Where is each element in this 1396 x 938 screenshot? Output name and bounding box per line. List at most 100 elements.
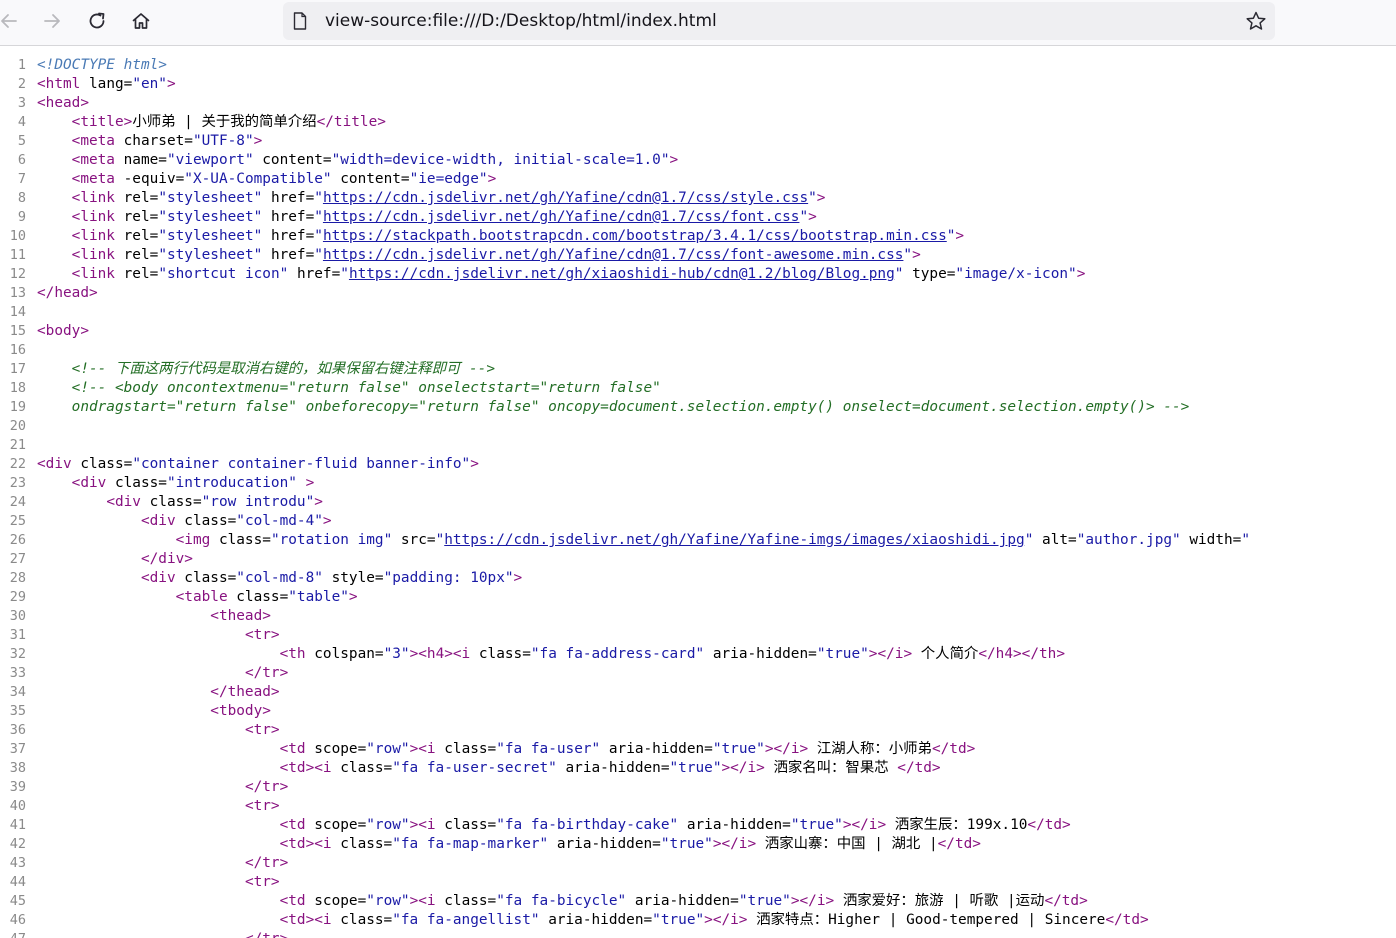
line-number: 47 bbox=[0, 930, 26, 938]
source-link[interactable]: https://cdn.jsdelivr.net/gh/Yafine/Yafin… bbox=[444, 532, 1024, 548]
source-line: 9 <link rel="stylesheet" href="https://c… bbox=[0, 208, 1396, 227]
attribute-name: class= bbox=[71, 456, 133, 472]
line-code: </tr> bbox=[37, 854, 288, 873]
html-tag: </div> bbox=[140, 551, 193, 567]
attribute-value: "true" bbox=[669, 760, 722, 776]
line-code: <meta -equiv="X-UA-Compatible" content="… bbox=[37, 170, 497, 189]
source-line: 32 <th colspan="3"><h4><i class="fa fa-a… bbox=[0, 645, 1396, 664]
html-tag: <tr> bbox=[244, 722, 280, 738]
attribute-value: "stylesheet" bbox=[158, 209, 263, 225]
line-code: <td scope="row"><i class="fa fa-user" ar… bbox=[37, 740, 976, 759]
attribute-name: rel= bbox=[114, 266, 159, 282]
line-code: <title>小师弟 | 关于我的简单介绍</title> bbox=[37, 113, 386, 132]
html-tag: <thead> bbox=[210, 608, 271, 624]
line-code: <td><i class="fa fa-angellist" aria-hidd… bbox=[37, 911, 1149, 930]
line-code: <link rel="stylesheet" href="https://sta… bbox=[37, 227, 964, 246]
attribute-value: "padding: 10px" bbox=[383, 570, 514, 586]
html-tag: ><h4><i bbox=[409, 646, 471, 662]
line-code: <table class="table"> bbox=[37, 588, 358, 607]
source-line: 1 <!DOCTYPE html> bbox=[0, 56, 1396, 75]
attribute-name: href= bbox=[262, 190, 315, 206]
home-button[interactable] bbox=[126, 6, 156, 36]
attribute-value: "true" bbox=[660, 836, 713, 852]
html-tag: <table bbox=[175, 589, 228, 605]
line-number: 38 bbox=[9, 760, 26, 776]
attribute-name: class= bbox=[210, 532, 271, 548]
html-tag: > bbox=[296, 475, 315, 491]
source-line: 43 </tr> bbox=[0, 854, 1396, 873]
source-link[interactable]: https://cdn.jsdelivr.net/gh/Yafine/cdn@1… bbox=[323, 190, 808, 206]
line-code: ondragstart="return false" onbeforecopy=… bbox=[37, 398, 1190, 417]
html-tag: </tr> bbox=[245, 931, 288, 938]
line-number: 8 bbox=[17, 190, 26, 206]
text-content: 洒家爱好：旅游 | 听歌 |运动 bbox=[834, 893, 1045, 909]
attribute-value: "fa fa-angellist" bbox=[392, 912, 540, 928]
line-code: <td scope="row"><i class="fa fa-bicycle"… bbox=[37, 892, 1088, 911]
back-button[interactable] bbox=[0, 6, 24, 36]
url-text[interactable]: view-source:file:///D:/Desktop/html/inde… bbox=[325, 2, 717, 40]
source-line: 18 <!-- <body oncontextmenu="return fals… bbox=[0, 379, 1396, 398]
source-code-view: 1 <!DOCTYPE html> 2 <html lang="en"> 3 <head>… bbox=[0, 56, 1396, 938]
line-code: </head> bbox=[37, 284, 98, 303]
text-content: 洒家名叫：智果芯 bbox=[764, 760, 898, 776]
source-link[interactable]: https://cdn.jsdelivr.net/gh/Yafine/cdn@1… bbox=[323, 247, 903, 263]
line-code: <html lang="en"> bbox=[37, 75, 176, 94]
line-number: 44 bbox=[9, 874, 26, 890]
line-number: 36 bbox=[9, 722, 26, 738]
source-link[interactable]: https://cdn.jsdelivr.net/gh/Yafine/cdn@1… bbox=[323, 209, 800, 225]
attribute-value: "fa fa-bicycle" bbox=[496, 893, 627, 909]
source-line: 13 </head> bbox=[0, 284, 1396, 303]
html-tag: <meta bbox=[71, 133, 115, 149]
attribute-name: href= bbox=[262, 209, 315, 225]
html-tag: <meta bbox=[71, 171, 115, 187]
address-bar[interactable]: view-source:file:///D:/Desktop/html/inde… bbox=[283, 2, 1275, 40]
line-number: 27 bbox=[9, 551, 26, 567]
source-link[interactable]: https://cdn.jsdelivr.net/gh/xiaoshidi-hu… bbox=[349, 266, 895, 282]
attribute-name: alt= bbox=[1033, 532, 1077, 548]
attribute-value: " bbox=[314, 209, 323, 225]
source-line: 16 bbox=[0, 341, 1396, 360]
line-code: <td scope="row"><i class="fa fa-birthday… bbox=[37, 816, 1071, 835]
source-link[interactable]: https://stackpath.bootstrapcdn.com/boots… bbox=[323, 228, 947, 244]
line-number: 24 bbox=[9, 494, 26, 510]
html-tag: <link bbox=[71, 209, 115, 225]
line-code: <tr> bbox=[37, 626, 280, 645]
html-tag: <div bbox=[71, 475, 107, 491]
html-tag: > bbox=[1076, 266, 1086, 282]
source-line: 44 <tr> bbox=[0, 873, 1396, 892]
forward-arrow-icon bbox=[44, 14, 60, 28]
html-tag: <link bbox=[71, 247, 115, 263]
attribute-value: "true" bbox=[652, 912, 705, 928]
html-tag: </h4></th> bbox=[978, 646, 1065, 662]
line-code: <tr> bbox=[37, 721, 280, 740]
line-code: <!-- 下面这两行代码是取消右键的，如果保留右键注释即可 --> bbox=[37, 360, 495, 379]
html-tag: ></i> bbox=[842, 817, 887, 833]
reload-icon bbox=[89, 12, 105, 29]
line-code: </tr> bbox=[37, 778, 288, 797]
source-line: 2 <html lang="en"> bbox=[0, 75, 1396, 94]
star-icon[interactable] bbox=[1245, 10, 1267, 32]
text-content: 洒家山寨：中国 | 湖北 | bbox=[756, 836, 938, 852]
reload-button[interactable] bbox=[82, 6, 112, 36]
source-line: 4 <title>小师弟 | 关于我的简单介绍</title> bbox=[0, 113, 1396, 132]
line-number: 31 bbox=[9, 627, 26, 643]
attribute-value: "fa fa-map-marker" bbox=[392, 836, 549, 852]
source-line: 12 <link rel="shortcut icon" href="https… bbox=[0, 265, 1396, 284]
forward-button[interactable] bbox=[37, 6, 67, 36]
line-code: <link rel="shortcut icon" href="https://… bbox=[37, 265, 1086, 284]
source-line: 14 bbox=[0, 303, 1396, 322]
attribute-value: " bbox=[435, 532, 445, 548]
line-code: <img class="rotation img" src="https://c… bbox=[37, 531, 1250, 550]
attribute-name: scope= bbox=[305, 741, 367, 757]
line-code: <td><i class="fa fa-user-secret" aria-hi… bbox=[37, 759, 941, 778]
source-line: 39 </tr> bbox=[0, 778, 1396, 797]
attribute-name: content= bbox=[253, 152, 332, 168]
html-tag: </td> bbox=[1027, 817, 1071, 833]
attribute-value: "row" bbox=[366, 741, 410, 757]
html-tag: <tbody> bbox=[210, 703, 271, 719]
html-tag: <div bbox=[140, 570, 176, 586]
line-number: 21 bbox=[9, 437, 26, 453]
attribute-name: aria-hidden= bbox=[600, 741, 713, 757]
attribute-name: class= bbox=[106, 475, 167, 491]
browser-toolbar: view-source:file:///D:/Desktop/html/inde… bbox=[0, 0, 1396, 46]
